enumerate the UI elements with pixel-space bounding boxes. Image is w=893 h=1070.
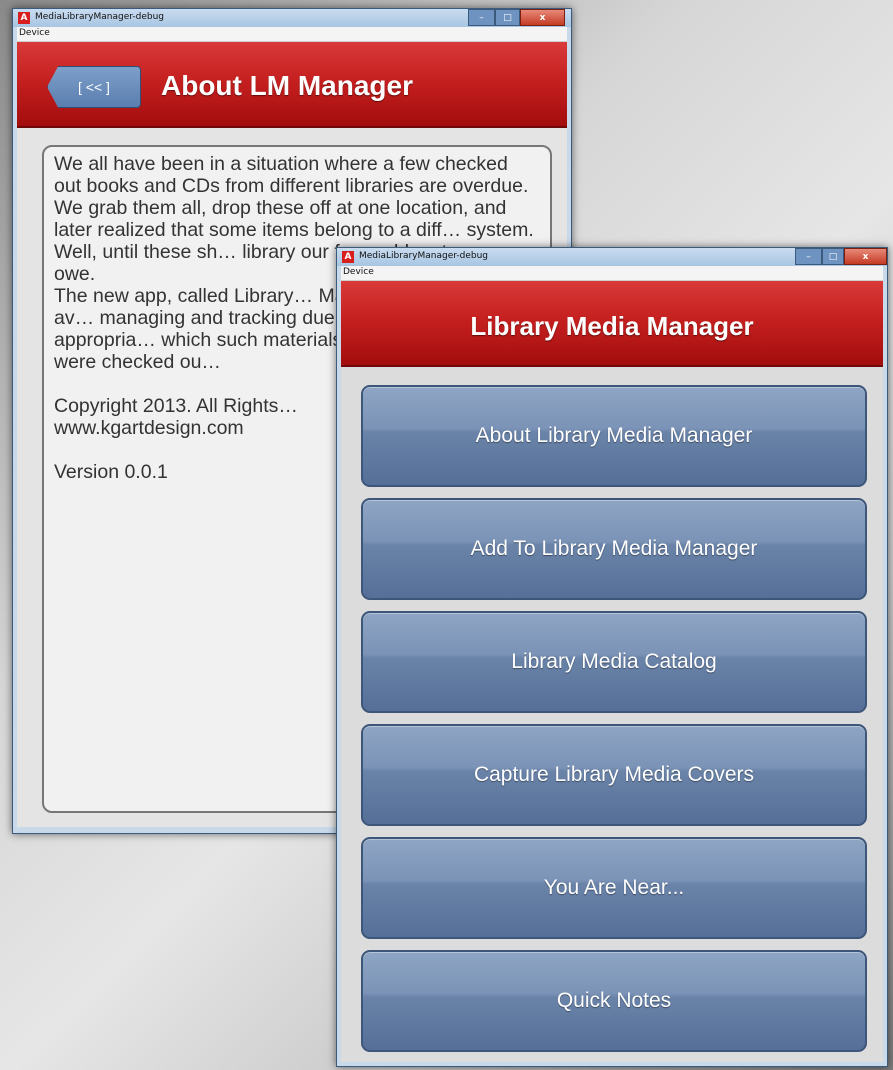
- you-are-near-button[interactable]: You Are Near...: [361, 837, 867, 939]
- about-menubar: Device: [17, 27, 567, 42]
- main-menubar: Device: [341, 266, 883, 281]
- main-header: Library Media Manager: [341, 281, 883, 367]
- quick-notes-button[interactable]: Quick Notes: [361, 950, 867, 1052]
- minimize-icon[interactable]: –: [468, 9, 495, 26]
- window-title: MediaLibraryManager-debug: [35, 12, 165, 22]
- maximize-icon[interactable]: □: [495, 9, 520, 26]
- main-content: Library Media Manager About Library Medi…: [341, 281, 883, 1062]
- about-header: [ << ] About LM Manager: [17, 42, 567, 128]
- library-media-catalog-button[interactable]: Library Media Catalog: [361, 611, 867, 713]
- about-window-titlebar[interactable]: A MediaLibraryManager-debug – □ x: [13, 9, 571, 27]
- window-title: MediaLibraryManager-debug: [359, 251, 489, 261]
- main-window: A MediaLibraryManager-debug – □ x Device…: [336, 247, 888, 1067]
- page-title: About LM Manager: [161, 70, 413, 101]
- menu-device[interactable]: Device: [343, 267, 374, 277]
- app-title: Library Media Manager: [470, 311, 754, 341]
- app-icon: A: [18, 12, 30, 24]
- close-icon[interactable]: x: [844, 248, 887, 265]
- close-icon[interactable]: x: [520, 9, 565, 26]
- main-window-titlebar[interactable]: A MediaLibraryManager-debug – □ x: [337, 248, 887, 266]
- maximize-icon[interactable]: □: [822, 248, 844, 265]
- about-library-media-manager-button[interactable]: About Library Media Manager: [361, 385, 867, 487]
- minimize-icon[interactable]: –: [795, 248, 822, 265]
- app-icon: A: [342, 251, 354, 263]
- back-button[interactable]: [ << ]: [47, 66, 141, 108]
- capture-covers-button[interactable]: Capture Library Media Covers: [361, 724, 867, 826]
- menu-device[interactable]: Device: [19, 28, 50, 38]
- add-to-library-button[interactable]: Add To Library Media Manager: [361, 498, 867, 600]
